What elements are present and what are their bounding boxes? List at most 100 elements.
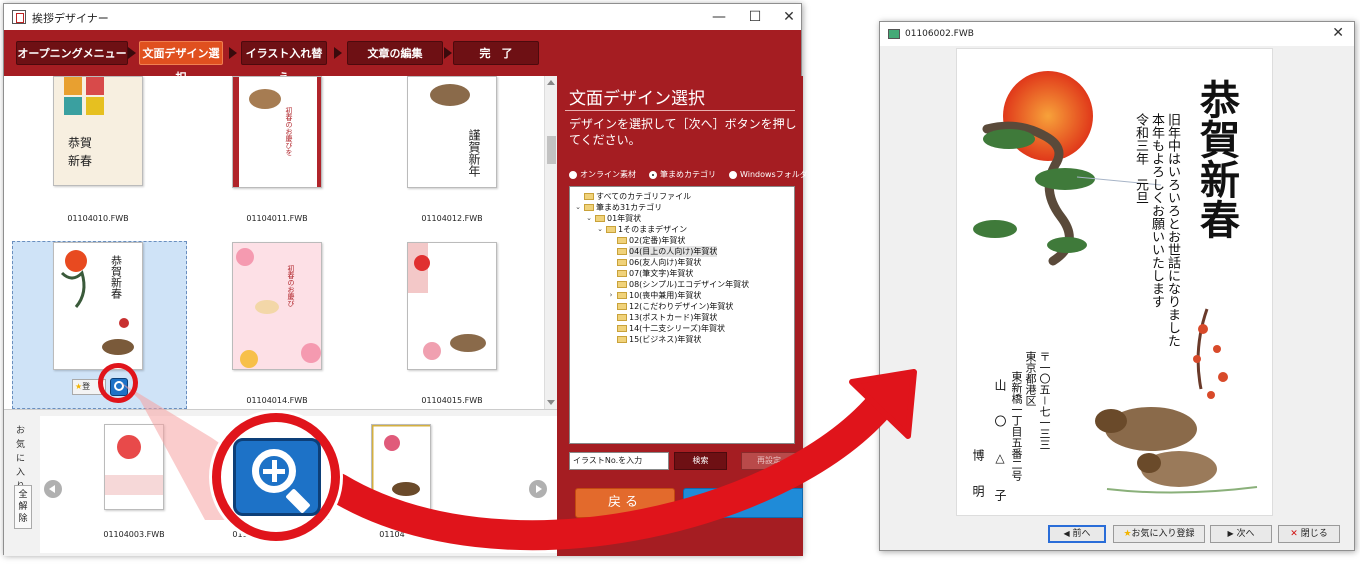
panel-description: デザインを選択して［次へ］ボタンを押してください。 bbox=[569, 117, 797, 147]
file-name: 01104003.FWB bbox=[103, 530, 165, 539]
radio-online-material[interactable]: オンライン素材 bbox=[569, 169, 636, 180]
favorite-label: 登 bbox=[82, 382, 91, 391]
design-thumbnail[interactable]: 恭賀 新春 bbox=[53, 76, 143, 186]
next-button[interactable] bbox=[683, 488, 803, 518]
tree-node[interactable]: 02(定番)年賀状 bbox=[607, 235, 685, 246]
tree-node[interactable]: ⌄ 筆まめ31カテゴリ bbox=[574, 202, 662, 213]
preview-button-bar: ◀ 前へ ★お気に入り登録 ▶ 次へ ✕ 閉じる bbox=[880, 522, 1354, 546]
tree-node-label: 04(目上の人向け)年賀状 bbox=[629, 246, 718, 257]
scroll-right-icon[interactable] bbox=[529, 480, 547, 498]
close-preview-button[interactable]: ✕ 閉じる bbox=[1278, 525, 1340, 543]
window-title: 挨拶デザイナー bbox=[32, 12, 109, 25]
radio-label: Windowsフォルダ bbox=[740, 170, 808, 179]
design-thumbnail[interactable] bbox=[407, 242, 497, 370]
tree-node[interactable]: 08(シンプル)エコデザイン年賀状 bbox=[607, 279, 749, 290]
design-thumbnail[interactable]: 謹賀新年 bbox=[407, 76, 497, 188]
radio-windows-folder[interactable]: Windowsフォルダ bbox=[729, 169, 808, 180]
tree-node[interactable]: ⌄ 1そのままデザイン bbox=[596, 224, 687, 235]
tree-node[interactable]: 13(ポストカード)年賀状 bbox=[607, 312, 717, 323]
step-illustration-swap[interactable]: イラスト入れ替え bbox=[241, 41, 327, 84]
add-favorite-button[interactable]: ★お気に入り登録 bbox=[1113, 525, 1205, 543]
gallery-scrollbar[interactable] bbox=[544, 76, 557, 409]
tree-node[interactable]: 12(こだわりデザイン)年賀状 bbox=[607, 301, 733, 312]
tree-node-label: 1そのままデザイン bbox=[618, 225, 688, 234]
svg-text:初春のお慶びを: 初春のお慶びを bbox=[285, 106, 293, 156]
sender-name: 山 〇 △ 子 bbox=[993, 379, 1007, 507]
search-button[interactable]: 検索 bbox=[674, 452, 727, 470]
category-tree[interactable]: すべてのカテゴリファイル ⌄ 筆まめ31カテゴリ ⌄ 01年賀状 ⌄ 1そのままデザイン 02… bbox=[569, 186, 795, 444]
lens-icon bbox=[252, 449, 296, 493]
folder-icon bbox=[617, 270, 627, 277]
zoom-in-icon-large bbox=[233, 438, 321, 516]
tree-node-label: 08(シンプル)エコデザイン年賀状 bbox=[629, 280, 750, 289]
tree-node[interactable]: ⌄ 01年賀状 bbox=[585, 213, 641, 224]
radio-dot bbox=[729, 170, 737, 179]
step-text-edit[interactable]: 文章の編集 bbox=[347, 41, 443, 65]
folder-icon bbox=[584, 204, 594, 211]
thumbnail-art: 恭賀新春 bbox=[54, 243, 142, 369]
prev-button[interactable]: ◀ 前へ bbox=[1048, 525, 1106, 543]
sender-name-2: 博 明 bbox=[971, 449, 985, 503]
panel-title: 文面デザイン選択 bbox=[569, 89, 705, 109]
clear-all-favorites-button[interactable]: 全解除 bbox=[14, 485, 32, 529]
scroll-thumb[interactable] bbox=[547, 136, 556, 164]
tree-node-label: 02(定番)年賀状 bbox=[629, 236, 686, 245]
scroll-left-icon[interactable] bbox=[44, 480, 62, 498]
favorite-thumbnail[interactable] bbox=[371, 424, 431, 510]
star-icon: ★ bbox=[1123, 529, 1132, 539]
file-icon bbox=[888, 29, 900, 39]
tree-node[interactable]: 14(十二支シリーズ)年賀状 bbox=[607, 323, 725, 334]
next-button[interactable]: ▶ 次へ bbox=[1210, 525, 1272, 543]
tree-node[interactable]: › 10(喪中兼用)年賀状 bbox=[607, 290, 702, 301]
close-icon: ✕ bbox=[1290, 529, 1298, 539]
tree-node[interactable]: すべてのカテゴリファイル bbox=[574, 191, 691, 202]
illustration-number-input[interactable]: イラストNo.を入力 bbox=[569, 452, 669, 470]
thumbnail-art bbox=[408, 243, 496, 369]
plum-branch bbox=[1196, 308, 1209, 390]
maximize-button[interactable]: ☐ bbox=[737, 6, 773, 28]
svg-text:新春: 新春 bbox=[68, 153, 92, 168]
step-opening-menu[interactable]: オープニングメニュー bbox=[16, 41, 128, 65]
tree-node[interactable]: 15(ビジネス)年賀状 bbox=[607, 334, 701, 345]
folder-icon bbox=[617, 336, 627, 343]
design-thumbnail[interactable]: 初春のお慶びを bbox=[232, 76, 322, 188]
design-gallery: 恭賀 新春 初春のお慶びを 謹賀新年 01104010.FWB 01104011… bbox=[4, 76, 557, 409]
scroll-up-icon[interactable] bbox=[547, 80, 555, 85]
expand-toggle-icon[interactable]: › bbox=[607, 290, 615, 301]
expand-toggle-icon[interactable]: ⌄ bbox=[585, 213, 593, 224]
favorites-label: お気に入り bbox=[16, 426, 26, 492]
expand-toggle-icon[interactable]: ⌄ bbox=[574, 202, 582, 213]
back-button[interactable]: 戻る bbox=[575, 488, 675, 518]
tree-node[interactable]: 04(目上の人向け)年賀状 bbox=[607, 246, 718, 257]
address-line: 東新橋一丁目五番二号 bbox=[1010, 371, 1023, 481]
scroll-down-icon[interactable] bbox=[547, 400, 555, 405]
highlight-ring bbox=[98, 363, 138, 403]
file-name: 01104014.FWB bbox=[246, 396, 308, 405]
file-name: 01104 bbox=[379, 530, 405, 539]
thumbnail-art bbox=[372, 425, 430, 509]
triangle-right-icon: ▶ bbox=[1227, 529, 1234, 538]
folder-icon bbox=[584, 193, 594, 200]
favorite-label: お気に入り登録 bbox=[1131, 529, 1195, 539]
main-window: 挨拶デザイナー — ☐ ✕ オープニングメニュー 文面デザイン選択 イラスト入れ… bbox=[3, 3, 808, 556]
step-complete[interactable]: 完 了 bbox=[453, 41, 539, 65]
step-design-select[interactable]: 文面デザイン選択 bbox=[139, 41, 223, 84]
folder-icon bbox=[617, 248, 627, 255]
tree-node[interactable]: 07(筆文字)年賀状 bbox=[607, 268, 693, 279]
design-thumbnail[interactable]: 初春のお慶び bbox=[232, 242, 322, 370]
design-select-panel: 文面デザイン選択 デザインを選択して［次へ］ボタンを押してください。 オンライン… bbox=[557, 76, 808, 556]
tree-node[interactable]: 06(友人向け)年賀状 bbox=[607, 257, 701, 268]
radio-fudemame-category[interactable]: 筆まめカテゴリ bbox=[649, 169, 716, 180]
step-bar: オープニングメニュー 文面デザイン選択 イラスト入れ替え 文章の編集 完 了 bbox=[4, 30, 801, 84]
reset-button[interactable]: 再設定 bbox=[741, 452, 797, 470]
folder-icon bbox=[617, 303, 627, 310]
close-button[interactable]: ✕ bbox=[771, 6, 807, 28]
preview-close-icon[interactable]: ✕ bbox=[1332, 25, 1344, 41]
folder-icon bbox=[617, 237, 627, 244]
next-label: 次へ bbox=[1236, 529, 1255, 539]
minimize-button[interactable]: — bbox=[701, 6, 737, 28]
folder-icon bbox=[617, 281, 627, 288]
expand-toggle-icon[interactable]: ⌄ bbox=[596, 224, 604, 235]
design-thumbnail-selected[interactable]: 恭賀新春 bbox=[53, 242, 143, 370]
favorite-thumbnail[interactable] bbox=[104, 424, 164, 510]
